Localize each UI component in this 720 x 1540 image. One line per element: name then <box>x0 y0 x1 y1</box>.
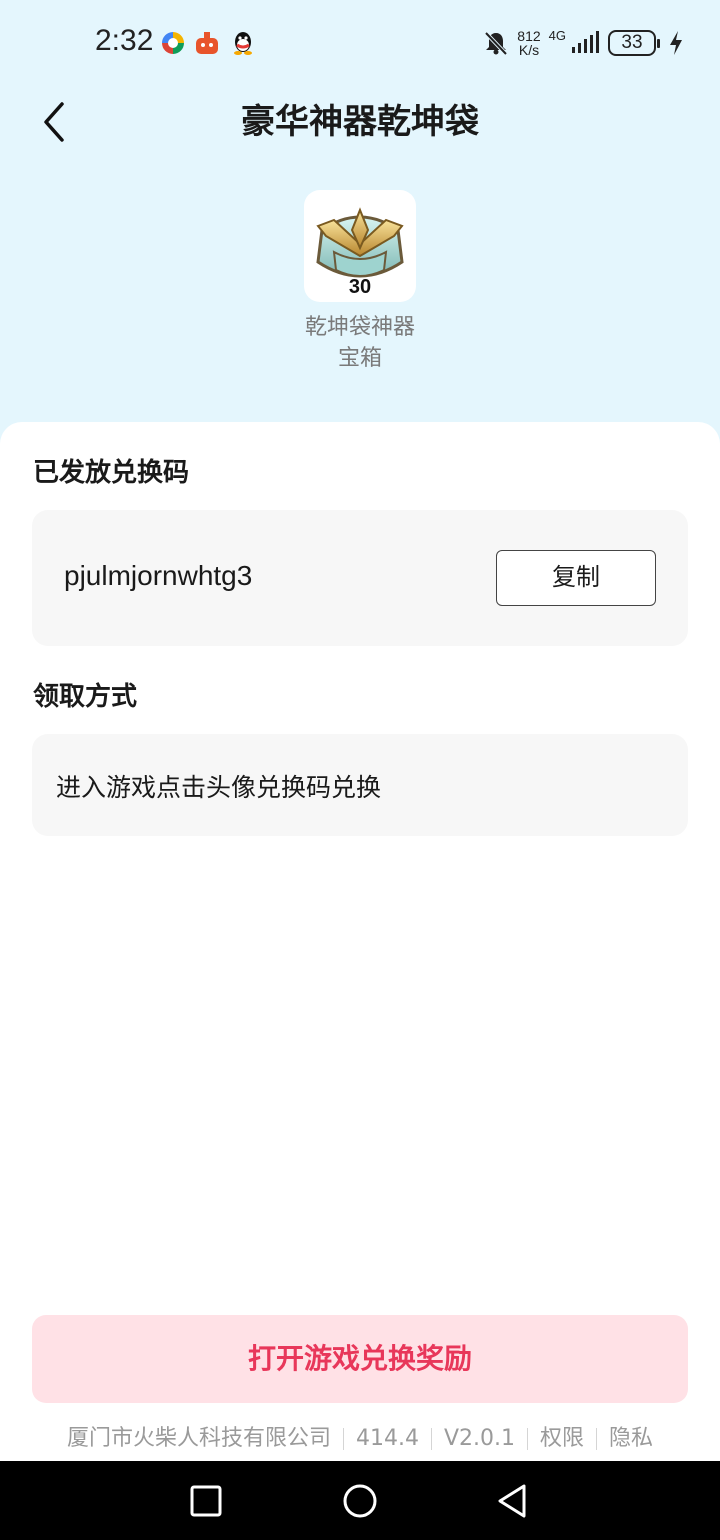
status-icons: 812 K/s 4G 33 <box>483 26 684 60</box>
browser-icon <box>162 32 184 54</box>
network-speed: 812 K/s <box>517 29 540 57</box>
footer-version: V2.0.1 <box>443 1426 515 1451</box>
footer-separator <box>527 1428 528 1450</box>
battery-indicator: 33 <box>608 30 660 56</box>
code-box: pjulmjornwhtg3 复制 <box>32 510 688 646</box>
footer: 厦门市火柴人科技有限公司 414.4 V2.0.1 权限 隐私 <box>0 1420 720 1452</box>
network-type: 4G <box>548 28 566 43</box>
navigation-bar <box>0 1461 720 1540</box>
network-speed-unit: K/s <box>518 42 540 58</box>
footer-build: 414.4 <box>355 1426 419 1451</box>
charging-icon <box>670 31 682 55</box>
method-section-title: 领取方式 <box>33 682 138 712</box>
footer-company: 厦门市火柴人科技有限公司 <box>66 1426 331 1451</box>
game-icon <box>196 32 218 54</box>
reward-name-line2: 宝箱 <box>337 346 382 371</box>
reward-name: 乾坤袋神器 宝箱 <box>260 312 460 374</box>
status-time: 2:32 <box>95 24 154 57</box>
network-speed-value: 812 <box>517 28 541 44</box>
method-box: 进入游戏点击头像兑换码兑换 <box>32 734 688 836</box>
footer-separator <box>596 1428 598 1450</box>
footer-separator <box>342 1428 344 1450</box>
copy-button[interactable]: 复制 <box>496 550 656 606</box>
page-title: 豪华神器乾坤袋 <box>241 102 479 142</box>
open-game-button[interactable]: 打开游戏兑换奖励 <box>32 1315 688 1403</box>
reward-card: 30 <box>304 190 416 302</box>
footer-permissions-link[interactable]: 权限 <box>540 1426 584 1451</box>
recent-apps-icon[interactable] <box>186 1481 226 1521</box>
reward-quantity: 30 <box>348 276 372 298</box>
code-section-title: 已发放兑换码 <box>33 458 190 488</box>
mute-bell-icon <box>484 31 508 56</box>
signal-icon <box>572 31 599 53</box>
redeem-code[interactable]: pjulmjornwhtg3 <box>64 560 252 592</box>
footer-separator <box>430 1428 432 1450</box>
method-description: 进入游戏点击头像兑换码兑换 <box>56 773 382 802</box>
home-icon[interactable] <box>340 1481 380 1521</box>
qq-icon <box>234 32 252 55</box>
back-nav-icon[interactable] <box>494 1481 534 1521</box>
status-bar: 2:32 812 K/s 4G 33 <box>0 0 720 86</box>
reward-name-line1: 乾坤袋神器 <box>304 315 415 340</box>
footer-privacy-link[interactable]: 隐私 <box>609 1426 653 1451</box>
